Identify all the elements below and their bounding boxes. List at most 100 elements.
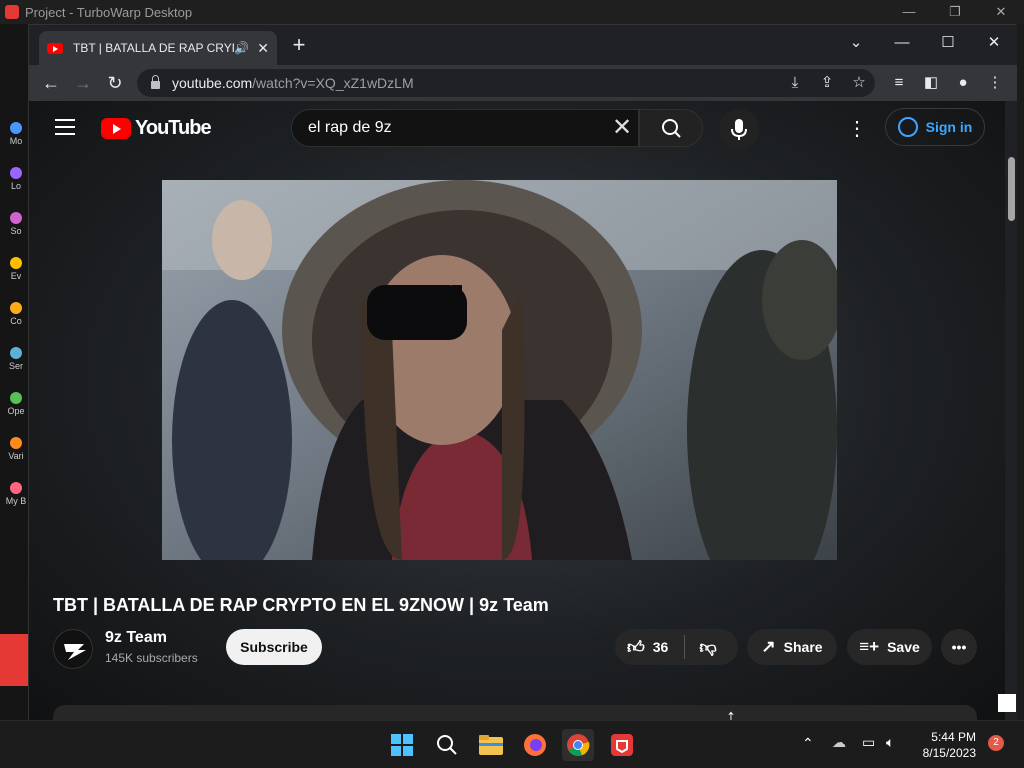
like-dislike-group: 👍︎ 36 👎︎ bbox=[615, 629, 738, 665]
sign-in-button[interactable]: Sign in bbox=[885, 108, 985, 146]
category-label: Lo bbox=[10, 181, 21, 191]
windows-taskbar: ⌃ ☁ ▭ 🔈︎ 5:44 PM 8/15/2023 bbox=[0, 720, 1024, 768]
category-label: So bbox=[10, 226, 22, 236]
file-explorer-icon[interactable] bbox=[475, 729, 507, 761]
youtube-logo[interactable]: YouTube bbox=[101, 117, 212, 140]
chrome-taskbar-icon[interactable] bbox=[562, 729, 594, 761]
clear-search-icon[interactable]: ✕ bbox=[607, 113, 637, 143]
forward-icon[interactable]: → bbox=[69, 69, 97, 97]
profile-icon[interactable]: ● bbox=[949, 69, 977, 97]
category-dot-icon bbox=[10, 257, 22, 269]
category-dot-icon bbox=[10, 122, 22, 134]
category-dot-icon bbox=[10, 437, 22, 449]
tab-close-icon[interactable]: ✕ bbox=[257, 40, 269, 57]
share-page-icon[interactable]: ⇪ bbox=[813, 69, 841, 97]
sign-in-label: Sign in bbox=[925, 119, 973, 135]
turbowarp-category[interactable]: Lo bbox=[3, 163, 29, 203]
share-label: Share bbox=[783, 639, 823, 655]
channel-avatar[interactable] bbox=[53, 629, 93, 669]
turbowarp-category[interactable]: My B bbox=[3, 478, 29, 518]
category-label: Vari bbox=[8, 451, 24, 461]
more-actions-button[interactable]: ••• bbox=[941, 629, 977, 665]
category-dot-icon bbox=[10, 347, 22, 359]
firefox-icon[interactable] bbox=[519, 729, 551, 761]
youtube-favicon-icon bbox=[47, 42, 63, 54]
like-icon[interactable]: 👍︎ bbox=[627, 637, 645, 658]
reload-icon[interactable]: ↻ bbox=[101, 69, 129, 97]
category-dot-icon bbox=[10, 302, 22, 314]
taskbar-clock[interactable]: 5:44 PM 8/15/2023 bbox=[920, 729, 976, 761]
chevron-up-icon[interactable]: ⌃ bbox=[802, 735, 814, 752]
notification-badge[interactable]: 2 bbox=[988, 735, 1004, 751]
bookmark-star-icon[interactable]: ☆ bbox=[845, 69, 873, 97]
network-icon[interactable]: ▭ bbox=[862, 734, 875, 751]
turbowarp-category[interactable]: Co bbox=[3, 298, 29, 338]
youtube-play-icon bbox=[101, 118, 131, 139]
new-tab-button[interactable]: + bbox=[287, 33, 311, 57]
vertical-scrollbar[interactable] bbox=[1005, 101, 1017, 721]
media-controls-icon[interactable]: ≡ bbox=[885, 69, 913, 97]
like-divider bbox=[684, 635, 686, 659]
onedrive-icon[interactable]: ☁ bbox=[832, 734, 846, 751]
close-window-button[interactable]: ✕ bbox=[971, 27, 1017, 59]
tab-title: TBT | BATALLA DE RAP CRYPT bbox=[73, 41, 235, 55]
more-horizontal-icon: ••• bbox=[951, 639, 967, 655]
chrome-menu-icon[interactable]: ⋮ bbox=[981, 69, 1009, 97]
category-dot-icon bbox=[10, 167, 22, 179]
search-input[interactable]: el rap de 9z bbox=[291, 109, 639, 147]
restore-icon[interactable]: ❐ bbox=[932, 0, 978, 24]
turbowarp-taskbar-icon[interactable] bbox=[606, 729, 638, 761]
share-icon: ↗ bbox=[761, 637, 776, 656]
volume-icon[interactable]: 🔈︎ bbox=[886, 734, 894, 751]
turbowarp-category[interactable]: Ev bbox=[3, 253, 29, 293]
scrollbar-corner bbox=[998, 694, 1016, 712]
install-app-icon[interactable]: ⤓ bbox=[781, 69, 809, 97]
minimize-button[interactable]: — bbox=[879, 27, 925, 59]
turbowarp-category[interactable]: Ser bbox=[3, 343, 29, 383]
turbowarp-category[interactable]: Vari bbox=[3, 433, 29, 473]
category-label: Mo bbox=[9, 136, 23, 146]
turbowarp-category[interactable]: Mo bbox=[3, 118, 29, 158]
turbowarp-category[interactable]: Ope bbox=[3, 388, 29, 428]
turbowarp-extension-button[interactable] bbox=[0, 634, 30, 686]
address-bar[interactable]: youtube.com/watch?v=XQ_xZ1wDzLM bbox=[137, 69, 875, 97]
share-button[interactable]: ↗ Share bbox=[747, 629, 837, 665]
video-player[interactable] bbox=[162, 180, 837, 560]
audio-playing-icon[interactable]: 🔊 bbox=[234, 41, 249, 55]
category-label: Co bbox=[10, 316, 22, 326]
lock-icon[interactable] bbox=[151, 75, 160, 89]
account-icon bbox=[897, 117, 918, 137]
microphone-icon bbox=[731, 119, 747, 140]
side-panel-icon[interactable]: ◧ bbox=[917, 69, 945, 97]
hamburger-menu-icon[interactable] bbox=[55, 119, 75, 135]
search-button[interactable] bbox=[639, 109, 703, 147]
tab-strip: TBT | BATALLA DE RAP CRYPT 🔊 ✕ + ⌄ — ☐ ✕ bbox=[29, 25, 1017, 65]
settings-kebab-icon[interactable]: ⋮ bbox=[847, 117, 867, 141]
description-box[interactable] bbox=[53, 705, 977, 721]
minimize-icon[interactable]: — bbox=[886, 0, 932, 24]
vertical-scrollbar-thumb[interactable] bbox=[1008, 157, 1015, 221]
save-button[interactable]: ≡+ Save bbox=[847, 629, 932, 665]
turbowarp-category[interactable]: So bbox=[3, 208, 29, 248]
voice-search-button[interactable] bbox=[719, 109, 759, 149]
dislike-icon[interactable]: 👎︎ bbox=[699, 637, 716, 658]
maximize-button[interactable]: ☐ bbox=[925, 27, 971, 59]
clock-date: 8/15/2023 bbox=[922, 746, 976, 760]
windows-start-icon[interactable] bbox=[386, 729, 418, 761]
url-host: youtube.com bbox=[172, 75, 253, 91]
category-dot-icon bbox=[10, 212, 22, 224]
like-count[interactable]: 36 bbox=[653, 639, 669, 655]
search-query: el rap de 9z bbox=[308, 119, 392, 136]
channel-name[interactable]: 9z Team bbox=[105, 629, 167, 647]
back-icon[interactable]: ← bbox=[37, 69, 65, 97]
tab-youtube[interactable]: TBT | BATALLA DE RAP CRYPT 🔊 ✕ bbox=[39, 31, 277, 65]
taskbar-search-icon[interactable] bbox=[431, 729, 463, 761]
subscribe-button[interactable]: Subscribe bbox=[226, 629, 322, 665]
tab-search-icon[interactable]: ⌄ bbox=[833, 27, 879, 59]
chrome-window: TBT | BATALLA DE RAP CRYPT 🔊 ✕ + ⌄ — ☐ ✕… bbox=[28, 24, 1017, 721]
clock-time: 5:44 PM bbox=[931, 730, 976, 744]
category-label: My B bbox=[5, 496, 27, 506]
close-icon[interactable]: ✕ bbox=[978, 0, 1024, 24]
video-title: TBT | BATALLA DE RAP CRYPTO EN EL 9ZNOW … bbox=[53, 595, 549, 615]
category-dot-icon bbox=[10, 482, 22, 494]
